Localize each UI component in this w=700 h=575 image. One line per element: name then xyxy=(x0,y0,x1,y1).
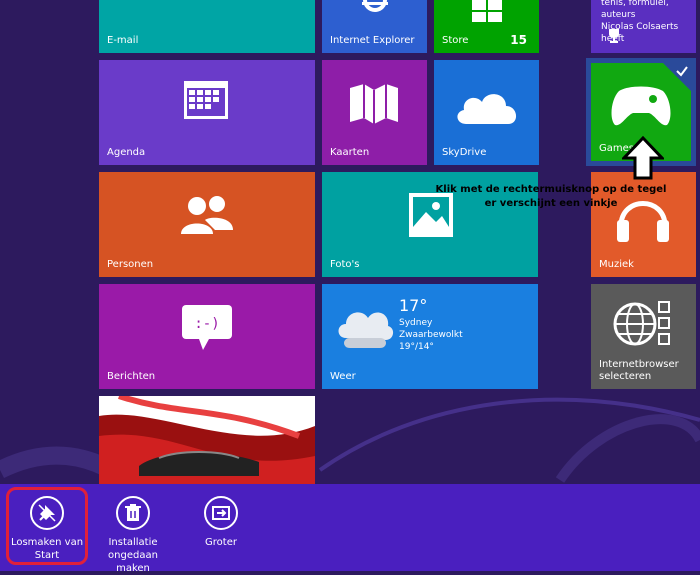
tile-people-feed[interactable]: tenis, formulei, auteurs Nicolas Colsaer… xyxy=(591,0,696,53)
weather-range: 19°/14° xyxy=(399,342,434,352)
tile-store-label: Store xyxy=(442,35,469,46)
tile-skydrive[interactable]: SkyDrive xyxy=(434,60,539,165)
annotation-line-1: Klik met de rechtermuisknop op de tegel xyxy=(435,184,667,195)
tile-internet-explorer[interactable]: Internet Explorer xyxy=(322,0,427,53)
tile-fotos-label: Foto's xyxy=(330,259,360,270)
larger-label: Groter xyxy=(205,537,237,548)
unpin-label: Losmaken van Start xyxy=(10,537,84,561)
unpin-icon xyxy=(30,496,64,530)
tile-ie-label: Internet Explorer xyxy=(330,35,415,46)
trophy-icon xyxy=(609,29,619,43)
map-icon xyxy=(350,84,398,124)
tile-store[interactable]: Store 15 xyxy=(434,0,539,53)
annotation-text: Klik met de rechtermuisknop op de tegel … xyxy=(416,183,686,211)
tile-weer-label: Weer xyxy=(330,371,356,382)
uninstall-label: Installatie ongedaan maken xyxy=(108,537,158,574)
svg-text::-): :-) xyxy=(194,316,219,332)
weather-city: Sydney xyxy=(399,318,433,328)
weather-temperature: 17° xyxy=(399,296,428,315)
tile-berichten[interactable]: :-) Berichten xyxy=(99,284,315,389)
internet-explorer-icon xyxy=(362,0,388,12)
tile-mail-label: E-mail xyxy=(107,35,139,46)
globe-checklist-icon xyxy=(613,301,670,346)
tile-berichten-label: Berichten xyxy=(107,371,156,382)
trash-icon xyxy=(116,496,150,530)
people-icon xyxy=(181,196,233,234)
tile-skydrive-label: SkyDrive xyxy=(442,147,487,158)
tile-personen[interactable]: Personen xyxy=(99,172,315,277)
tile-personen-label: Personen xyxy=(107,259,154,270)
store-badge: 15 xyxy=(510,33,527,47)
tile-weer[interactable]: 17° Sydney Zwaarbewolkt 19°/14° Weer xyxy=(322,284,538,389)
xbox-controller-icon xyxy=(611,86,671,126)
uninstall-button[interactable]: Installatie ongedaan maken xyxy=(93,496,173,575)
tile-mail[interactable]: E-mail xyxy=(99,0,315,53)
tile-car-image[interactable] xyxy=(99,396,315,484)
tile-agenda[interactable]: Agenda xyxy=(99,60,315,165)
app-bar: Losmaken van Start Installatie ongedaan … xyxy=(0,484,700,574)
up-arrow-annotation-icon xyxy=(622,136,664,180)
annotation-line-2: er verschijnt een vinkje xyxy=(484,198,618,209)
tile-kaarten[interactable]: Kaarten xyxy=(322,60,427,165)
cloud-icon xyxy=(457,94,517,124)
larger-button[interactable]: Groter xyxy=(181,496,261,549)
unpin-button[interactable]: Losmaken van Start xyxy=(7,496,87,562)
tile-browser-label: Internetbrowser selecteren xyxy=(599,359,679,382)
tile-agenda-label: Agenda xyxy=(107,147,146,158)
car-image-icon xyxy=(99,396,315,484)
resize-larger-icon xyxy=(204,496,238,530)
weather-condition: Zwaarbewolkt xyxy=(399,330,463,340)
message-icon: :-) xyxy=(182,305,232,350)
tile-muziek-label: Muziek xyxy=(599,259,634,270)
feed-line-1: tenis, formulei, auteurs xyxy=(601,0,669,20)
cloudy-weather-icon xyxy=(338,312,394,348)
tile-kaarten-label: Kaarten xyxy=(330,147,370,158)
tile-internetbrowser[interactable]: Internetbrowser selecteren xyxy=(591,284,696,389)
store-icon xyxy=(472,0,502,22)
calendar-icon xyxy=(184,81,228,119)
